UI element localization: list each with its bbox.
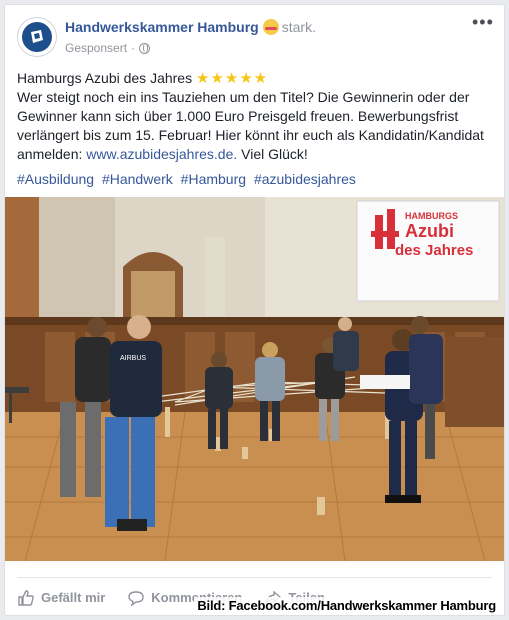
hashtag-link[interactable]: #Ausbildung xyxy=(17,171,94,187)
page-name-link[interactable]: Handwerkskammer Hamburg xyxy=(65,19,259,35)
feeling-emoji-icon xyxy=(262,19,279,35)
post-title-line: Hamburgs Azubi des Jahres ★★★★★ xyxy=(17,69,492,88)
photo-illustration: HAMBURGS Azubi des Jahres AIRBUS xyxy=(5,197,504,561)
post-body-end: Viel Glück! xyxy=(237,146,308,162)
like-icon xyxy=(18,589,34,606)
more-options-icon[interactable]: ••• xyxy=(472,13,493,33)
screen-text-3: des Jahres xyxy=(395,242,473,259)
post-meta: Gesponsert · xyxy=(65,41,151,55)
post-header: Handwerkskammer Hamburg stark. Gesponsert… xyxy=(17,13,493,61)
feeling-text: stark. xyxy=(281,19,316,35)
logo-shape-icon xyxy=(31,30,43,43)
page-name-line: Handwerkskammer Hamburg stark. xyxy=(65,19,316,35)
post-title: Hamburgs Azubi des Jahres xyxy=(17,70,193,86)
screen-text-1: HAMBURGS xyxy=(405,211,458,221)
post-text: Hamburgs Azubi des Jahres ★★★★★ Wer stei… xyxy=(17,69,492,164)
hashtag-link[interactable]: #Handwerk xyxy=(102,171,173,187)
post-card: Handwerkskammer Hamburg stark. Gesponsert… xyxy=(4,4,505,616)
shirt-text: AIRBUS xyxy=(120,355,146,362)
globe-icon xyxy=(139,42,151,54)
like-label: Gefällt mir xyxy=(41,590,106,605)
post-link[interactable]: www.azubidesjahres.de. xyxy=(86,146,237,162)
page-avatar[interactable] xyxy=(17,17,57,57)
hashtag-link[interactable]: #azubidesjahres xyxy=(254,171,356,187)
sponsored-label[interactable]: Gesponsert xyxy=(65,41,127,55)
page-logo xyxy=(22,22,52,52)
hashtags: #Ausbildung #Handwerk #Hamburg #azubides… xyxy=(17,171,360,187)
like-button[interactable]: Gefällt mir xyxy=(17,589,105,607)
post-photo[interactable]: HAMBURGS Azubi des Jahres AIRBUS xyxy=(5,197,504,561)
comment-icon xyxy=(128,590,144,607)
hashtag-link[interactable]: #Hamburg xyxy=(181,171,246,187)
screen-text-2: Azubi xyxy=(405,221,454,241)
stars-emoji-icon: ★★★★★ xyxy=(195,70,269,87)
image-credit: Bild: Facebook.com/Handwerkskammer Hambu… xyxy=(194,597,499,614)
